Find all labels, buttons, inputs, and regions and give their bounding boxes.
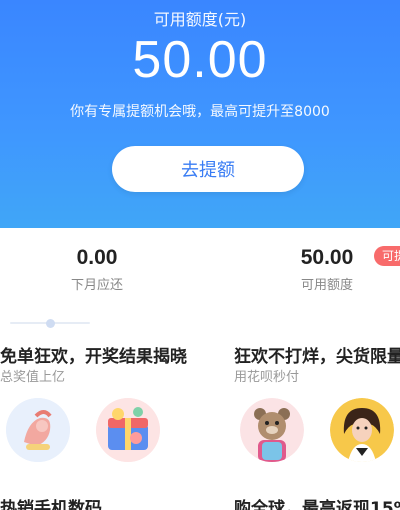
character-illustration-icon[interactable] (6, 398, 70, 462)
promo-card-title: 免单狂欢，开奖结果揭晓 (0, 347, 187, 367)
raise-credit-button[interactable]: 去提额 (112, 146, 304, 192)
promo-card-title: 狂欢不打烊，尖货限量 (234, 347, 400, 367)
available-credit-amount: 50.00 (132, 31, 268, 89)
section-gap (0, 300, 400, 336)
status-badge[interactable]: 可提 (374, 246, 400, 266)
promo-card-right[interactable]: 狂欢不打烊，尖货限量 用花呗秒付 (234, 336, 400, 486)
available-credit-stat[interactable]: 50.00 可用额度 (272, 246, 382, 293)
next-month-due-label: 下月应还 (70, 278, 123, 293)
carousel-indicator (10, 319, 90, 328)
promo-card-subtitle: 总奖值上亿 (0, 370, 66, 385)
available-credit-stat-value: 50.00 (300, 246, 354, 269)
carousel-active-dot (46, 319, 55, 328)
hero-banner: 可用额度(元) 50.00 你有专属提额机会哦，最高可提升至8000 去提额 (0, 0, 400, 228)
woman-portrait-avatar-icon[interactable] (330, 398, 394, 462)
credit-raise-tip: 你有专属提额机会哦，最高可提升至8000 (70, 104, 330, 120)
bear-mascot-avatar-icon[interactable] (240, 398, 304, 462)
available-credit-stat-label: 可用额度 (300, 278, 353, 293)
available-credit-label: 可用额度(元) (153, 10, 247, 29)
promo-card-left[interactable]: 免单狂欢，开奖结果揭晓 总奖值上亿 (0, 336, 230, 486)
stats-row: 0.00 下月应还 50.00 可用额度 可提 (0, 228, 400, 300)
gift-box-illustration-icon[interactable] (96, 398, 160, 462)
next-month-due[interactable]: 0.00 下月应还 (42, 246, 152, 293)
next-month-due-value: 0.00 (76, 246, 118, 269)
section-title-global[interactable]: 购全球，最高返现15% (234, 494, 400, 510)
section-title-phones[interactable]: 热销手机数码 (0, 494, 102, 510)
promo-card-subtitle: 用花呗秒付 (234, 370, 300, 385)
